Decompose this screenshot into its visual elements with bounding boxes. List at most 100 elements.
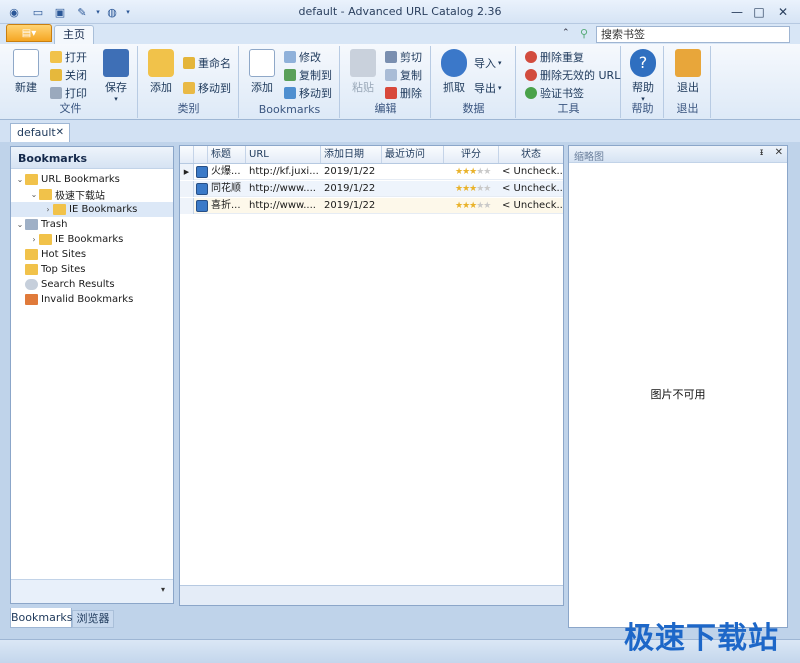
folder-close-icon xyxy=(50,69,62,81)
cell-title: 火爆... xyxy=(211,166,241,177)
tab-browser[interactable]: 浏览器 xyxy=(72,610,114,628)
panel-title: Bookmarks xyxy=(11,147,173,169)
cell-visited xyxy=(382,198,444,214)
move-to-button[interactable]: 移动到 xyxy=(284,84,332,102)
tree-item-ie-bookmarks[interactable]: › IE Bookmarks xyxy=(11,202,173,217)
close-panel-icon[interactable]: ✕ xyxy=(775,147,783,158)
grab-button[interactable]: 抓取 xyxy=(436,49,472,95)
cell-title: 同花顺 xyxy=(211,183,241,194)
help-button[interactable]: ? 帮助 ▾ xyxy=(625,49,661,103)
chevron-down-icon: ▾ xyxy=(498,84,502,92)
minimize-button[interactable]: — xyxy=(726,4,748,20)
group-label: 帮助 xyxy=(631,102,654,115)
new-button[interactable]: 新建 xyxy=(8,49,44,95)
column-url[interactable]: URL xyxy=(246,146,321,163)
group-label: 工具 xyxy=(557,102,580,115)
export-button[interactable]: 导出 ▾ xyxy=(474,79,502,97)
remove-invalid-button[interactable]: 删除无效的 URL xyxy=(525,66,620,84)
exit-button[interactable]: 退出 xyxy=(670,49,706,95)
rating-stars[interactable]: ★★★★★ xyxy=(452,198,499,214)
tree-item-invalid-bookmarks[interactable]: Invalid Bookmarks xyxy=(11,292,133,307)
category-add-button[interactable]: 添加 xyxy=(143,49,179,95)
help-icon: ? xyxy=(630,49,656,77)
cell-url: http://www.... xyxy=(249,183,316,194)
add-page-icon xyxy=(249,49,275,77)
panel-footer: ▾ xyxy=(11,579,173,603)
column-rating[interactable]: 评分 xyxy=(444,146,499,163)
table-row[interactable]: ▶ 火爆... http://kf.juxi... 2019/1/22 ★★★★… xyxy=(180,164,563,180)
remove-icon xyxy=(525,51,537,63)
remove-duplicates-button[interactable]: 删除重复 xyxy=(525,48,584,66)
save-button[interactable]: 保存 ▾ xyxy=(98,49,134,103)
tree-item-trash-ie-bookmarks[interactable]: › IE Bookmarks xyxy=(11,232,123,247)
group-category: 添加 重命名 移动到 类别 xyxy=(139,46,239,118)
tree-item-trash[interactable]: ⌄ Trash xyxy=(11,217,67,232)
column-visited[interactable]: 最近访问 xyxy=(382,146,444,163)
tree-item-jisu[interactable]: ⌄ 极速下载站 xyxy=(11,187,105,202)
rating-stars[interactable]: ★★★★★ xyxy=(452,181,499,197)
copy-to-button[interactable]: 复制到 xyxy=(284,66,332,84)
window-title: default - Advanced URL Catalog 2.36 xyxy=(298,5,502,18)
copy-to-icon xyxy=(284,69,296,81)
table-row[interactable]: 同花顺 http://www.... 2019/1/22 ★★★★★ < Unc… xyxy=(180,181,563,197)
import-button[interactable]: 导入 ▾ xyxy=(474,54,502,72)
paste-button[interactable]: 粘贴 xyxy=(345,49,381,95)
verify-icon xyxy=(525,87,537,99)
copy-button[interactable]: 复制 xyxy=(385,66,422,84)
search-input[interactable]: 搜索书签 xyxy=(596,26,790,43)
tree-item-top-sites[interactable]: Top Sites xyxy=(11,262,85,277)
column-title[interactable]: 标题 xyxy=(208,146,246,163)
close-window-button[interactable]: ✕ xyxy=(772,4,794,20)
close-button[interactable]: 关闭 xyxy=(50,66,87,84)
tab-default[interactable]: default ✕ xyxy=(10,123,70,142)
folder-icon xyxy=(39,234,52,245)
open-button[interactable]: 打开 xyxy=(50,48,87,66)
edit-bookmark-button[interactable]: 修改 xyxy=(284,48,321,66)
pin-icon[interactable]: ᵻ xyxy=(760,147,764,158)
bookmark-icon xyxy=(196,183,208,195)
ribbon: 新建 打开 关闭 打印 保存 ▾ 文件 添加 重命名 移动到 类别 添加 修改 复… xyxy=(0,44,800,120)
rating-stars[interactable]: ★★★★★ xyxy=(452,164,499,180)
tab-home[interactable]: 主页 xyxy=(54,25,94,44)
tree-item-url-bookmarks[interactable]: ⌄ URL Bookmarks xyxy=(11,172,120,187)
cell-url: http://www.... xyxy=(249,200,316,211)
cell-url: http://kf.juxi... xyxy=(249,166,319,177)
folder-icon xyxy=(53,204,66,215)
group-data: 抓取 导入 ▾ 导出 ▾ 数据 xyxy=(432,46,516,118)
delete-icon xyxy=(385,87,397,99)
invalid-bookmarks-icon xyxy=(25,294,38,305)
group-tools: 删除重复 删除无效的 URL 验证书签 工具 xyxy=(517,46,621,118)
scissors-icon xyxy=(385,51,397,63)
printer-icon xyxy=(50,87,62,99)
table-row[interactable]: 喜折... http://www.... 2019/1/22 ★★★★★ < U… xyxy=(180,198,563,214)
close-tab-icon[interactable]: ✕ xyxy=(56,124,64,141)
rename-icon xyxy=(183,57,195,69)
grid-header: 标题 URL 添加日期 最近访问 评分 状态 xyxy=(180,146,563,164)
document-tab-strip xyxy=(0,120,800,142)
thumbnail-panel: 缩略图 ᵻ ✕ 图片不可用 xyxy=(568,145,788,628)
tab-bookmarks[interactable]: Bookmarks xyxy=(10,608,72,628)
copy-icon xyxy=(385,69,397,81)
folder-icon xyxy=(25,174,38,185)
cut-button[interactable]: 剪切 xyxy=(385,48,422,66)
chevron-down-icon[interactable]: ▾ xyxy=(161,585,165,594)
group-file: 新建 打开 关闭 打印 保存 ▾ 文件 xyxy=(4,46,138,118)
group-edit: 粘贴 剪切 复制 删除 编辑 xyxy=(341,46,431,118)
category-move-button[interactable]: 移动到 xyxy=(183,79,231,97)
group-label: 类别 xyxy=(177,102,200,115)
column-status[interactable]: 状态 xyxy=(499,146,563,163)
app-menu-button[interactable]: ▤▾ xyxy=(6,24,52,42)
floppy-icon xyxy=(103,49,129,77)
rename-button[interactable]: 重命名 xyxy=(183,54,231,72)
ribbon-collapse-icon[interactable]: ⌃ xyxy=(562,28,570,38)
icon-column-header xyxy=(194,146,208,163)
tree-item-hot-sites[interactable]: Hot Sites xyxy=(11,247,86,262)
column-added[interactable]: 添加日期 xyxy=(321,146,382,163)
maximize-button[interactable]: □ xyxy=(748,4,770,20)
tree-item-search-results[interactable]: Search Results xyxy=(11,277,115,292)
folder-icon xyxy=(50,51,62,63)
new-file-icon xyxy=(13,49,39,77)
bookmark-add-button[interactable]: 添加 xyxy=(244,49,280,95)
group-label: Bookmarks xyxy=(258,103,321,116)
bookmark-icon xyxy=(196,166,208,178)
